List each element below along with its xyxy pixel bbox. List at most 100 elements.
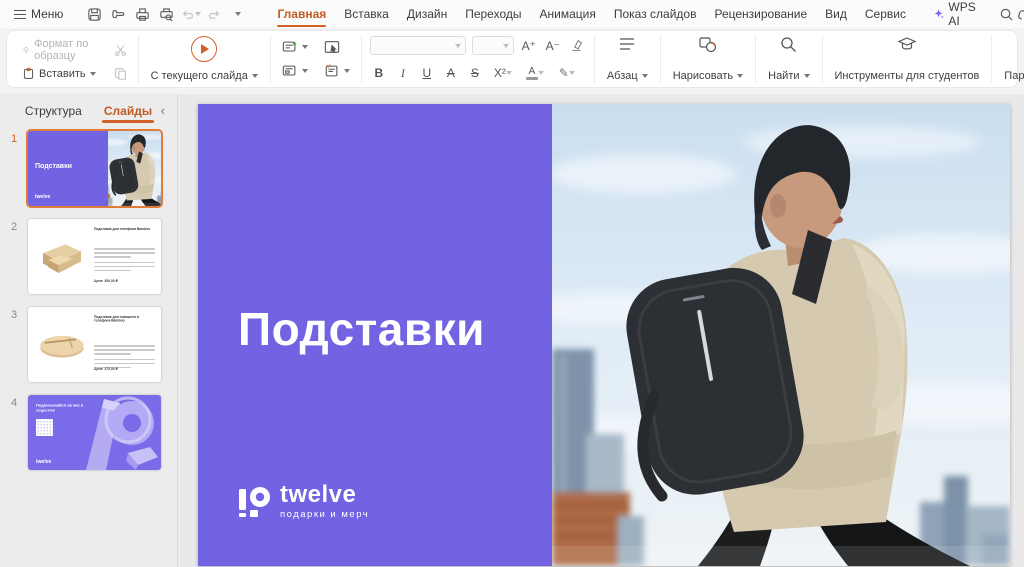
bold-button[interactable]: B <box>370 64 388 82</box>
clipboard-group: Формат по образцу Вставить <box>11 35 139 83</box>
paste-icon <box>22 67 35 80</box>
paste-button[interactable]: Вставить <box>19 65 99 82</box>
undo-caret-icon <box>195 12 201 16</box>
draw-button[interactable]: Нарисовать <box>669 35 747 83</box>
tab-animatsiya[interactable]: Анимация <box>532 3 604 25</box>
export-icon[interactable] <box>107 4 129 24</box>
slide-thumbnail-row-3: 3 Подставка для планшета и телефона Bamb… <box>0 307 177 382</box>
slide-4-thumbnail[interactable]: Подписывайся на нас в соцсетях! twelve <box>28 395 161 470</box>
print-icon[interactable] <box>131 4 153 24</box>
wps-ai-button[interactable]: WPS AI <box>928 0 985 32</box>
thumb-caption: Подписывайся на нас в соцсетях! <box>36 403 101 413</box>
slide-canvas[interactable]: Подставки twelve подарки и мерч <box>178 94 1024 567</box>
underline-button[interactable]: U <box>418 64 436 82</box>
find-group: Найти <box>756 35 822 83</box>
current-slide[interactable]: Подставки twelve подарки и мерч <box>198 104 1010 566</box>
student-tools-button[interactable]: Инструменты для студентов <box>831 35 984 83</box>
strikethrough-button[interactable]: S <box>466 64 484 82</box>
slide-purple-panel: Подставки twelve подарки и мерч <box>198 104 552 566</box>
options-button[interactable]: Параметры <box>1000 35 1024 83</box>
tab-pokaz-slaydov[interactable]: Показ слайдов <box>606 3 705 25</box>
twelve-logo: twelve подарки и мерч <box>236 484 369 520</box>
hamburger-icon <box>14 10 26 19</box>
paragraph-button[interactable]: Абзац <box>603 35 652 83</box>
search-icon[interactable] <box>999 4 1014 24</box>
find-icon <box>780 36 797 53</box>
draw-group: Нарисовать <box>661 35 756 83</box>
font-family-combobox[interactable] <box>370 36 466 55</box>
slide-thumbnail-row-1: 1 Подставки twelve <box>0 131 177 206</box>
print-preview-icon[interactable] <box>155 4 177 24</box>
tab-glavnaya[interactable]: Главная <box>269 3 334 25</box>
cloud-sync-icon[interactable] <box>1014 4 1024 24</box>
ribbon: Формат по образцу Вставить <box>0 28 1024 94</box>
titlebar: Меню Главн <box>0 0 1024 28</box>
paragraph-group: Абзац <box>595 35 661 83</box>
wooden-stand-image <box>36 237 88 277</box>
play-icon <box>191 36 217 62</box>
tab-servis[interactable]: Сервис <box>857 3 914 25</box>
save-icon[interactable] <box>83 4 105 24</box>
find-button[interactable]: Найти <box>764 35 813 83</box>
quick-access-bar <box>83 4 249 24</box>
qr-code <box>36 419 53 436</box>
sidebar-tab-slides[interactable]: Слайды <box>102 100 154 122</box>
strike-a-button[interactable]: A <box>442 64 460 82</box>
sidebar-tab-structure[interactable]: Структура <box>23 100 84 122</box>
slide-layout-button[interactable] <box>279 62 311 80</box>
graduation-cap-icon <box>897 36 917 52</box>
collapse-sidebar-icon[interactable]: ‹ <box>161 103 165 118</box>
slide-thumbnail-row-2: 2 Подставка для телефона Bamboo <box>0 219 177 294</box>
menu-label: Меню <box>31 7 63 21</box>
undo-icon[interactable] <box>179 4 201 24</box>
slideshow-group: С текущего слайда <box>139 35 271 83</box>
more-commands-icon[interactable] <box>227 4 249 24</box>
tab-vid[interactable]: Вид <box>817 3 855 25</box>
font-size-combobox[interactable] <box>472 36 514 55</box>
thumb-logo: twelve <box>36 459 51 465</box>
play-caret-icon <box>252 74 258 78</box>
copy-icon[interactable] <box>111 65 130 82</box>
tab-dizayn[interactable]: Дизайн <box>399 3 455 25</box>
slide-1-thumbnail[interactable]: Подставки twelve <box>28 131 161 206</box>
thumb-logo: twelve <box>35 194 50 200</box>
options-group: Параметры <box>992 35 1024 83</box>
slides-sidebar: Структура Слайды ‹ 1 Подставки twelve 2 <box>0 94 178 567</box>
superscript-button[interactable]: X² <box>490 64 516 82</box>
tab-retsenzirovanie[interactable]: Рецензирование <box>706 3 815 25</box>
slide-number: 1 <box>0 131 28 206</box>
redo-icon[interactable] <box>203 4 225 24</box>
wps-ai-label: WPS AI <box>948 0 979 28</box>
new-slide-button[interactable] <box>279 38 311 56</box>
slide-title[interactable]: Подставки <box>238 302 485 356</box>
menu-button[interactable]: Меню <box>8 5 69 23</box>
increase-font-button[interactable]: A⁺ <box>520 37 538 55</box>
logo-tagline: подарки и мерч <box>280 509 369 520</box>
font-color-button[interactable]: A <box>522 64 548 82</box>
play-from-current-button[interactable]: С текущего слайда <box>147 35 262 83</box>
student-tools-group: Инструменты для студентов <box>823 35 993 83</box>
ribbon-tabs: Главная Вставка Дизайн Переходы Анимация… <box>269 3 914 25</box>
format-painter-button[interactable]: Формат по образцу <box>19 36 99 64</box>
clear-format-icon[interactable] <box>568 37 586 55</box>
slide-2-thumbnail[interactable]: Подставка для телефона Bamboo Цена: 350,… <box>28 219 161 294</box>
design-check-button[interactable] <box>321 62 353 80</box>
cut-icon[interactable] <box>111 42 130 59</box>
slide-3-thumbnail[interactable]: Подставка для планшета и телефона Bamboo… <box>28 307 161 382</box>
logo-name: twelve <box>280 484 369 506</box>
highlight-button[interactable]: ✎ <box>554 64 580 82</box>
tab-vstavka[interactable]: Вставка <box>336 3 397 25</box>
thumb-price: Цена: 375,00 ₽ <box>94 367 155 371</box>
thumb-heading: Подставка для телефона Bamboo <box>94 227 155 231</box>
slide-photo <box>552 104 1010 566</box>
format-painter-icon <box>22 44 30 57</box>
slide-number: 4 <box>0 395 28 470</box>
twelve-logo-mark-icon <box>236 484 272 520</box>
tab-perekhody[interactable]: Переходы <box>457 3 529 25</box>
slides-group <box>271 35 362 83</box>
italic-button[interactable]: I <box>394 64 412 82</box>
decrease-font-button[interactable]: A⁻ <box>544 37 562 55</box>
select-slide-button[interactable] <box>321 38 353 56</box>
wps-ai-sparkle-icon <box>934 7 944 21</box>
font-group: A⁺ A⁻ B I U A S X² <box>362 35 595 83</box>
